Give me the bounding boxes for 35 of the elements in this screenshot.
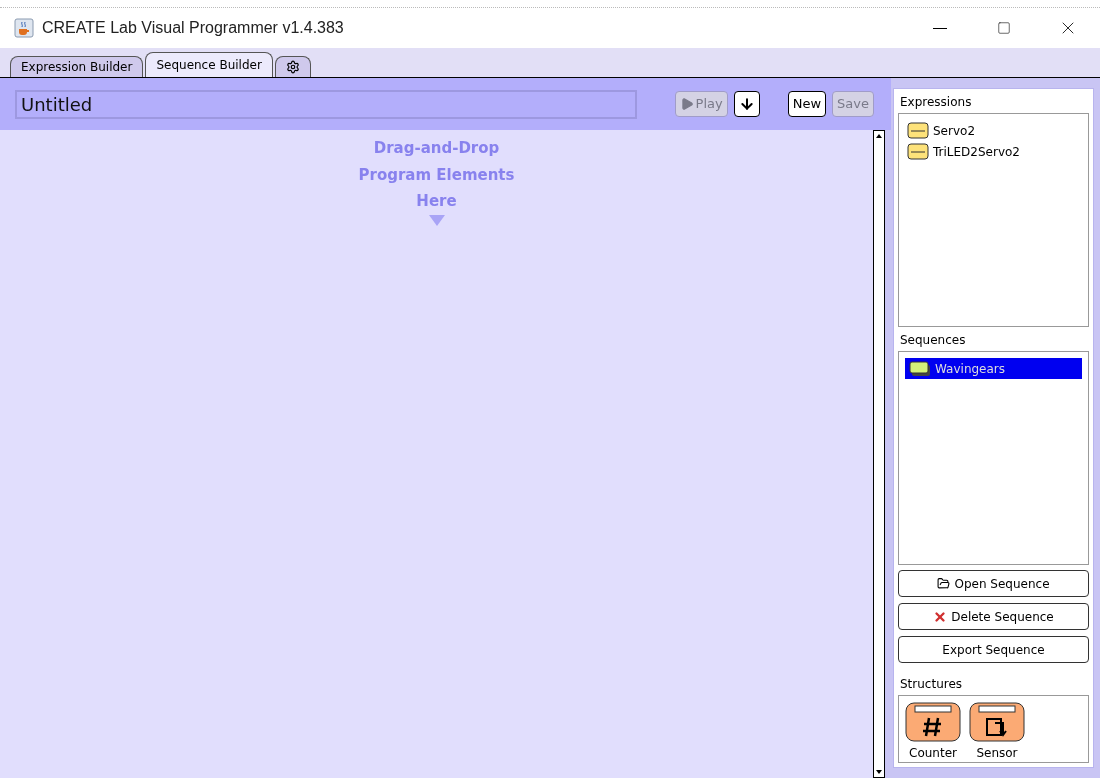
sequence-item[interactable]: Wavingears (905, 358, 1082, 379)
sequence-button[interactable]: Open Sequence (898, 570, 1089, 597)
tab[interactable]: Expression Builder (10, 56, 144, 77)
section-title: Sequences (899, 332, 967, 349)
sequence-button[interactable]: Export Sequence (898, 636, 1089, 663)
drop-hint: Here (416, 191, 457, 212)
drop-hint: Drag-and-Drop (373, 138, 500, 159)
section-title: Structures (899, 676, 964, 693)
counter-icon (905, 702, 961, 742)
folder-icon (937, 577, 951, 590)
settings-tab[interactable] (274, 56, 311, 77)
sensor-icon (969, 702, 1025, 742)
minimize-icon (933, 27, 947, 29)
sequence-button[interactable]: Delete Sequence (898, 603, 1089, 630)
toolbar-button[interactable]: New (787, 91, 827, 117)
tab[interactable]: Sequence Builder (145, 52, 273, 77)
gear-icon (285, 60, 300, 74)
download-button[interactable] (733, 91, 760, 117)
maximize-icon (997, 21, 1011, 35)
structure-item[interactable]: Counter (905, 702, 961, 762)
section-title: Expressions (899, 94, 973, 111)
scrollbar[interactable] (873, 130, 885, 778)
expression-item[interactable]: TriLED2Servo2 (905, 141, 1082, 162)
drop-hint: Program Elements (358, 164, 515, 186)
expression-icon (907, 143, 929, 160)
sequence-icon (909, 360, 931, 377)
window-title: CREATE Lab Visual Programmer v1.4.383 (42, 18, 344, 38)
expression-icon (907, 122, 929, 139)
sequence-name-field[interactable]: Untitled (15, 89, 637, 119)
java-cup-icon (14, 18, 34, 38)
down-triangle-icon (428, 214, 445, 226)
play-icon (679, 97, 694, 111)
expression-item[interactable]: Servo2 (905, 120, 1082, 141)
structure-item[interactable]: Sensor (969, 702, 1025, 762)
delete-icon (933, 609, 948, 624)
